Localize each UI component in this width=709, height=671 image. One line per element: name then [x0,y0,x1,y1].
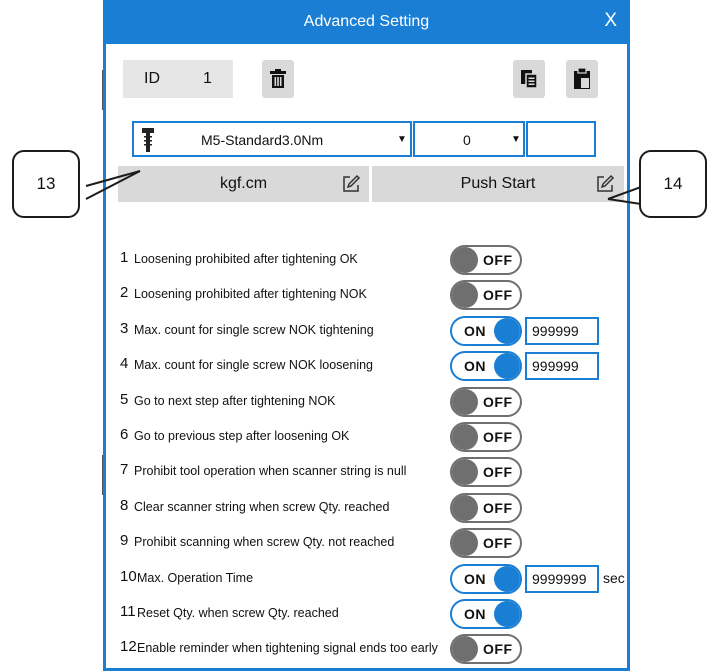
callout-13: 13 [12,150,80,218]
callout-14: 14 [639,150,707,218]
callout-pointers [85,170,642,205]
